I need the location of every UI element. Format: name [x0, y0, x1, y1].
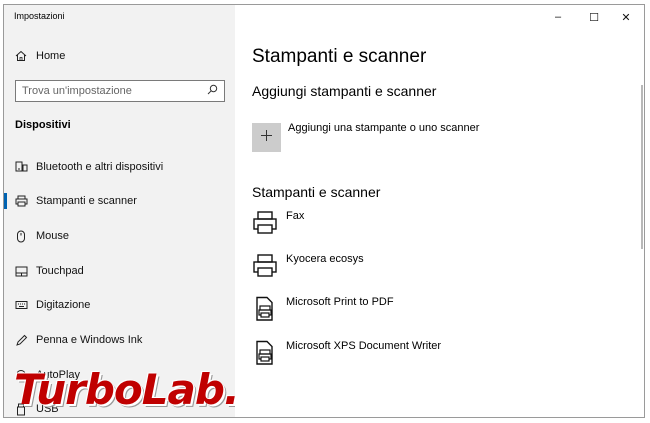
pen-icon [6, 334, 36, 347]
printer-name: Fax [286, 210, 305, 222]
printer-icon [6, 195, 36, 207]
sidebar-item-touchpad[interactable]: Touchpad [4, 257, 235, 285]
keyboard-icon [6, 300, 36, 310]
main-content: – ☐ ✕ Stampanti e scanner Aggiungi stamp… [235, 5, 644, 417]
section-title: Dispositivi [15, 119, 71, 131]
add-printer-button[interactable] [252, 123, 281, 152]
mouse-icon [6, 230, 36, 243]
sidebar-item-typing[interactable]: Digitazione [4, 291, 235, 319]
printer-name: Microsoft XPS Document Writer [286, 340, 442, 352]
printer-item[interactable]: Kyocera ecosys [252, 253, 612, 285]
window-title: Impostazioni [14, 11, 65, 21]
sidebar-item-label: AutoPlay [36, 369, 81, 381]
sidebar: Impostazioni Home Dispositivi Bluetooth … [4, 5, 272, 417]
sidebar-item-label: Home [36, 50, 66, 62]
printer-icon [252, 210, 280, 238]
maximize-button[interactable]: ☐ [576, 5, 612, 29]
printer-list-title: Stampanti e scanner [252, 184, 381, 200]
printer-item[interactable]: Microsoft XPS Document Writer [252, 340, 612, 372]
sidebar-item-usb[interactable]: USB [4, 395, 235, 417]
usb-icon [6, 403, 36, 416]
sidebar-item-label: Bluetooth e altri dispositivi [36, 161, 164, 173]
page-title: Stampanti e scanner [252, 46, 427, 67]
close-button[interactable]: ✕ [608, 5, 644, 29]
sidebar-item-bluetooth[interactable]: Bluetooth e altri dispositivi [4, 153, 235, 181]
scrollbar[interactable] [641, 85, 643, 249]
sidebar-item-label: Touchpad [36, 265, 84, 277]
printer-item[interactable]: Fax [252, 210, 612, 242]
search-input[interactable] [22, 85, 207, 97]
sidebar-item-label: Penna e Windows Ink [36, 334, 143, 346]
autoplay-icon [6, 369, 36, 381]
sidebar-item-label: Digitazione [36, 299, 91, 311]
sidebar-item-pen[interactable]: Penna e Windows Ink [4, 326, 235, 354]
sidebar-item-label: USB [36, 403, 59, 415]
printer-item[interactable]: Microsoft Print to PDF [252, 296, 612, 328]
search-box[interactable] [15, 80, 225, 102]
sidebar-item-mouse[interactable]: Mouse [4, 222, 235, 250]
minimize-button[interactable]: – [540, 5, 576, 29]
search-icon[interactable] [207, 82, 218, 100]
home-icon [6, 50, 36, 62]
sidebar-item-label: Stampanti e scanner [36, 195, 137, 207]
document-printer-icon [252, 296, 280, 324]
sidebar-item-label: Mouse [36, 230, 70, 242]
sidebar-item-printers[interactable]: Stampanti e scanner [4, 187, 235, 215]
printer-icon [252, 253, 280, 281]
touchpad-icon [6, 266, 36, 277]
add-printer-label[interactable]: Aggiungi una stampante o uno scanner [288, 122, 479, 134]
add-section-title: Aggiungi stampanti e scanner [252, 83, 437, 99]
settings-window: Impostazioni Home Dispositivi Bluetooth … [3, 4, 645, 418]
printer-name: Kyocera ecosys [286, 253, 364, 265]
plus-icon [260, 129, 273, 147]
bluetooth-device-icon [6, 161, 36, 173]
document-printer-icon [252, 340, 280, 368]
sidebar-item-home[interactable]: Home [4, 42, 235, 70]
printer-name: Microsoft Print to PDF [286, 296, 394, 308]
sidebar-item-autoplay[interactable]: AutoPlay [4, 361, 235, 389]
